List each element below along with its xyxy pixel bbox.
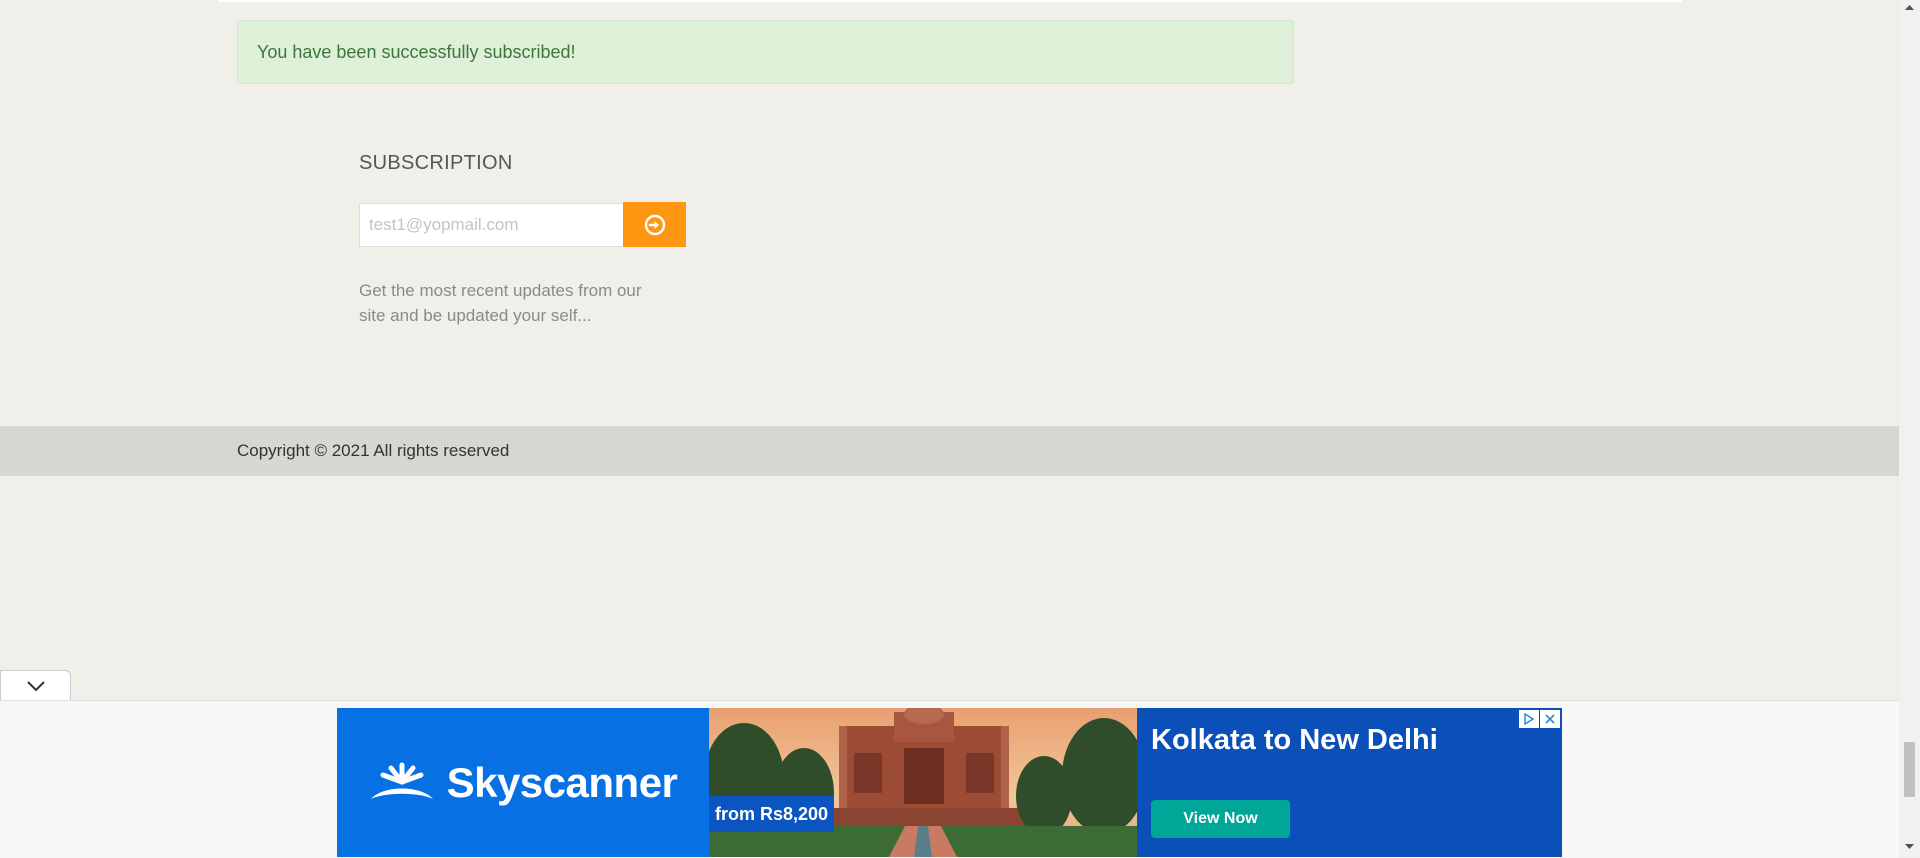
ad-offer-panel: Kolkata to New Delhi View Now <box>1137 708 1562 857</box>
scrollbar-thumb[interactable] <box>1904 742 1915 797</box>
chevron-down-icon <box>26 680 45 691</box>
scroll-down-arrow-icon[interactable] <box>1904 843 1915 851</box>
ad-brand-panel: Skyscanner <box>337 708 709 857</box>
alert-message: You have been successfully subscribed! <box>257 42 576 62</box>
top-divider <box>218 0 1682 2</box>
skyscanner-logo-icon <box>370 762 433 799</box>
copyright-text: Copyright © 2021 All rights reserved <box>237 441 510 460</box>
subscription-description: Get the most recent updates from our sit… <box>359 281 642 325</box>
skyscanner-ad-banner[interactable]: Skyscanner from Rs8,200 Kolkata to New D… <box>337 708 1562 857</box>
monument-photo <box>709 708 1137 857</box>
scroll-up-arrow-icon[interactable] <box>1904 3 1915 11</box>
vertical-scrollbar[interactable] <box>1899 0 1920 857</box>
ad-photo-tomb: from Rs8,200 <box>709 708 1137 857</box>
collapse-ad-toggle[interactable] <box>0 670 71 700</box>
subscription-title: SUBSCRIPTION <box>359 152 513 174</box>
success-alert: You have been successfully subscribed! <box>237 20 1294 84</box>
ad-controls <box>1519 710 1560 728</box>
ad-price-tag: from Rs8,200 <box>709 796 835 832</box>
adchoices-icon[interactable] <box>1519 710 1539 728</box>
footer-bar: Copyright © 2021 All rights reserved <box>0 426 1899 476</box>
subscription-email-input[interactable] <box>359 203 624 247</box>
view-now-button[interactable]: View Now <box>1151 800 1290 838</box>
arrow-circle-right-icon <box>644 214 665 235</box>
ad-route-title: Kolkata to New Delhi <box>1151 724 1438 756</box>
close-icon[interactable] <box>1540 710 1560 728</box>
subscribe-button[interactable] <box>623 202 686 247</box>
ad-brand-name: Skyscanner <box>446 758 678 806</box>
